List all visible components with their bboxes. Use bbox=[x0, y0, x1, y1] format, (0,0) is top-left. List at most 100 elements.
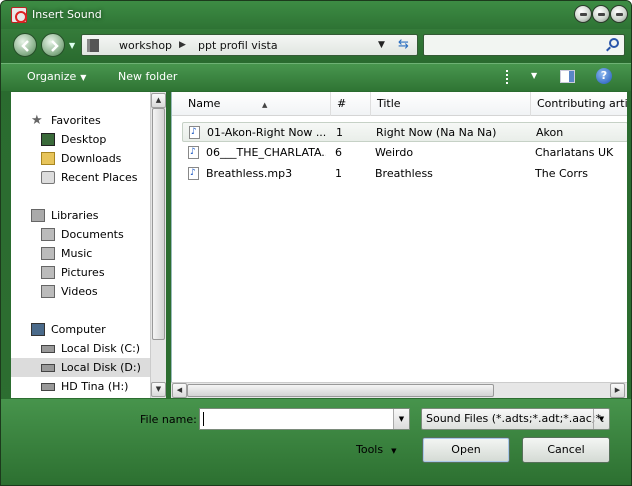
sidebar-item-recent-places[interactable]: Recent Places bbox=[11, 168, 150, 187]
track-number: 1 bbox=[336, 126, 343, 139]
chevron-down-icon[interactable]: ▼ bbox=[393, 409, 409, 429]
libraries-icon bbox=[31, 209, 45, 222]
sidebar-item-label: Documents bbox=[61, 228, 124, 241]
track-title: Weirdo bbox=[375, 146, 414, 159]
recent-pages-dropdown[interactable]: ▼ bbox=[69, 41, 75, 50]
computer-group[interactable]: Computer bbox=[11, 320, 150, 339]
file-name: 06___THE_CHARLATA... bbox=[206, 146, 326, 159]
close-button[interactable] bbox=[610, 5, 628, 23]
sidebar-item-desktop[interactable]: Desktop bbox=[11, 130, 150, 149]
drive-icon bbox=[41, 345, 55, 353]
star-icon: ★ bbox=[31, 113, 43, 128]
pictures-icon bbox=[41, 266, 55, 279]
recent-places-icon bbox=[41, 171, 55, 184]
cancel-button[interactable]: Cancel bbox=[522, 437, 610, 463]
file-list-scrollbar[interactable]: ◀ ▶ bbox=[171, 382, 627, 398]
audio-file-icon bbox=[188, 142, 199, 162]
scrollbar-thumb[interactable] bbox=[152, 108, 165, 340]
search-icon[interactable] bbox=[609, 38, 619, 48]
sidebar-item-hd-tina[interactable]: HD Tina (H:) bbox=[11, 377, 150, 396]
sidebar-item-label: Downloads bbox=[61, 152, 122, 165]
window-title: Insert Sound bbox=[32, 8, 102, 21]
tools-button[interactable]: Tools ▼ bbox=[356, 443, 397, 456]
column-header-artist[interactable]: Contributing artis bbox=[531, 92, 627, 116]
dialog-footer: File name: ▼ Sound Files (*.adts;*.adt;*… bbox=[1, 399, 631, 485]
sidebar-item-label: Local Disk (C:) bbox=[61, 342, 141, 355]
sidebar-item-music[interactable]: Music bbox=[11, 244, 150, 263]
breadcrumb-ppt-profil-vista[interactable]: ppt profil vista bbox=[198, 39, 278, 52]
file-name: Breathless.mp3 bbox=[206, 167, 293, 180]
back-arrow-icon bbox=[21, 40, 29, 52]
scroll-left-icon[interactable]: ◀ bbox=[172, 383, 187, 398]
back-button[interactable] bbox=[13, 33, 37, 57]
column-header-number[interactable]: # bbox=[331, 92, 371, 116]
file-type-value: Sound Files (*.adts;*.adt;*.aac;*. bbox=[426, 412, 605, 425]
sidebar-item-label: Videos bbox=[61, 285, 98, 298]
documents-icon bbox=[41, 228, 55, 241]
navigation-bar: ▼ workshop ▶ ppt profil vista ▼ ⇆ bbox=[1, 29, 631, 63]
music-icon bbox=[41, 247, 55, 260]
navigation-pane: ★ Favorites Desktop Downloads Recent Pla… bbox=[11, 92, 150, 398]
chevron-down-icon: ▼ bbox=[391, 447, 397, 455]
text-caret bbox=[203, 412, 204, 426]
column-header-name[interactable]: Name ▲ bbox=[182, 92, 331, 116]
sidebar-item-label: Pictures bbox=[61, 266, 105, 279]
scroll-down-icon[interactable]: ▼ bbox=[151, 382, 166, 397]
track-artist: Akon bbox=[536, 126, 564, 139]
sidebar-item-documents[interactable]: Documents bbox=[11, 225, 150, 244]
scroll-up-icon[interactable]: ▲ bbox=[151, 93, 166, 108]
help-icon[interactable]: ? bbox=[596, 68, 612, 84]
videos-icon bbox=[41, 285, 55, 298]
horizontal-scrollbar-thumb[interactable] bbox=[187, 384, 494, 397]
file-type-select[interactable]: Sound Files (*.adts;*.adt;*.aac;*. ▼ bbox=[421, 408, 610, 430]
file-name-label: File name: bbox=[140, 413, 197, 426]
audio-file-icon bbox=[188, 163, 199, 183]
breadcrumb-workshop[interactable]: workshop bbox=[119, 39, 172, 52]
file-name-field[interactable]: ▼ bbox=[199, 408, 410, 430]
sidebar-item-local-disk-d[interactable]: Local Disk (D:) bbox=[11, 358, 150, 377]
track-title: Right Now (Na Na Na) bbox=[376, 126, 497, 139]
forward-button[interactable] bbox=[41, 33, 65, 57]
track-number: 6 bbox=[335, 146, 342, 159]
file-row[interactable]: 06___THE_CHARLATA... 6 Weirdo Charlatans… bbox=[182, 142, 627, 163]
track-number: 1 bbox=[335, 167, 342, 180]
downloads-folder-icon bbox=[41, 152, 55, 165]
tools-label: Tools bbox=[356, 443, 384, 456]
search-input[interactable] bbox=[423, 34, 625, 56]
view-dropdown-icon[interactable]: ▼ bbox=[531, 71, 537, 80]
sidebar-item-videos[interactable]: Videos bbox=[11, 282, 150, 301]
minimize-button[interactable] bbox=[574, 5, 592, 23]
scroll-right-icon[interactable]: ▶ bbox=[610, 383, 625, 398]
address-bar[interactable]: workshop ▶ ppt profil vista ▼ ⇆ bbox=[81, 34, 418, 56]
forward-arrow-icon bbox=[51, 40, 59, 52]
organize-button[interactable]: Organize ▼ bbox=[27, 70, 86, 83]
navigation-pane-scrollbar[interactable]: ▲ ▼ bbox=[150, 92, 166, 398]
sidebar-item-downloads[interactable]: Downloads bbox=[11, 149, 150, 168]
column-header-title[interactable]: Title bbox=[371, 92, 531, 116]
column-headers: Name ▲ # Title Contributing artis bbox=[172, 92, 627, 116]
favorites-group[interactable]: ★ Favorites bbox=[11, 111, 150, 130]
sidebar-item-label: Music bbox=[61, 247, 93, 260]
maximize-button[interactable] bbox=[592, 5, 610, 23]
address-dropdown-icon[interactable]: ▼ bbox=[378, 40, 385, 50]
file-row[interactable]: Breathless.mp3 1 Breathless The Corrs bbox=[182, 163, 627, 184]
libraries-group[interactable]: Libraries bbox=[11, 206, 150, 225]
title-bar: Insert Sound bbox=[1, 1, 631, 29]
preview-pane-icon[interactable] bbox=[560, 70, 575, 83]
refresh-icon[interactable]: ⇆ bbox=[398, 37, 409, 52]
sidebar-item-label: Local Disk (D:) bbox=[61, 361, 141, 374]
sort-ascending-icon: ▲ bbox=[262, 101, 268, 109]
breadcrumb-separator-icon[interactable]: ▶ bbox=[179, 40, 186, 50]
sidebar-item-label: Recent Places bbox=[61, 171, 138, 184]
new-folder-button[interactable]: New folder bbox=[118, 70, 177, 83]
sidebar-item-local-disk-c[interactable]: Local Disk (C:) bbox=[11, 339, 150, 358]
desktop-icon bbox=[41, 133, 55, 146]
track-title: Breathless bbox=[375, 167, 433, 180]
sidebar-item-label: HD Tina (H:) bbox=[61, 380, 129, 393]
chevron-down-icon[interactable]: ▼ bbox=[593, 409, 609, 429]
app-icon bbox=[11, 7, 27, 23]
open-button[interactable]: Open bbox=[422, 437, 510, 463]
file-row[interactable]: 01-Akon-Right Now ... 1 Right Now (Na Na… bbox=[182, 122, 627, 142]
view-options-icon[interactable] bbox=[506, 70, 510, 84]
sidebar-item-pictures[interactable]: Pictures bbox=[11, 263, 150, 282]
